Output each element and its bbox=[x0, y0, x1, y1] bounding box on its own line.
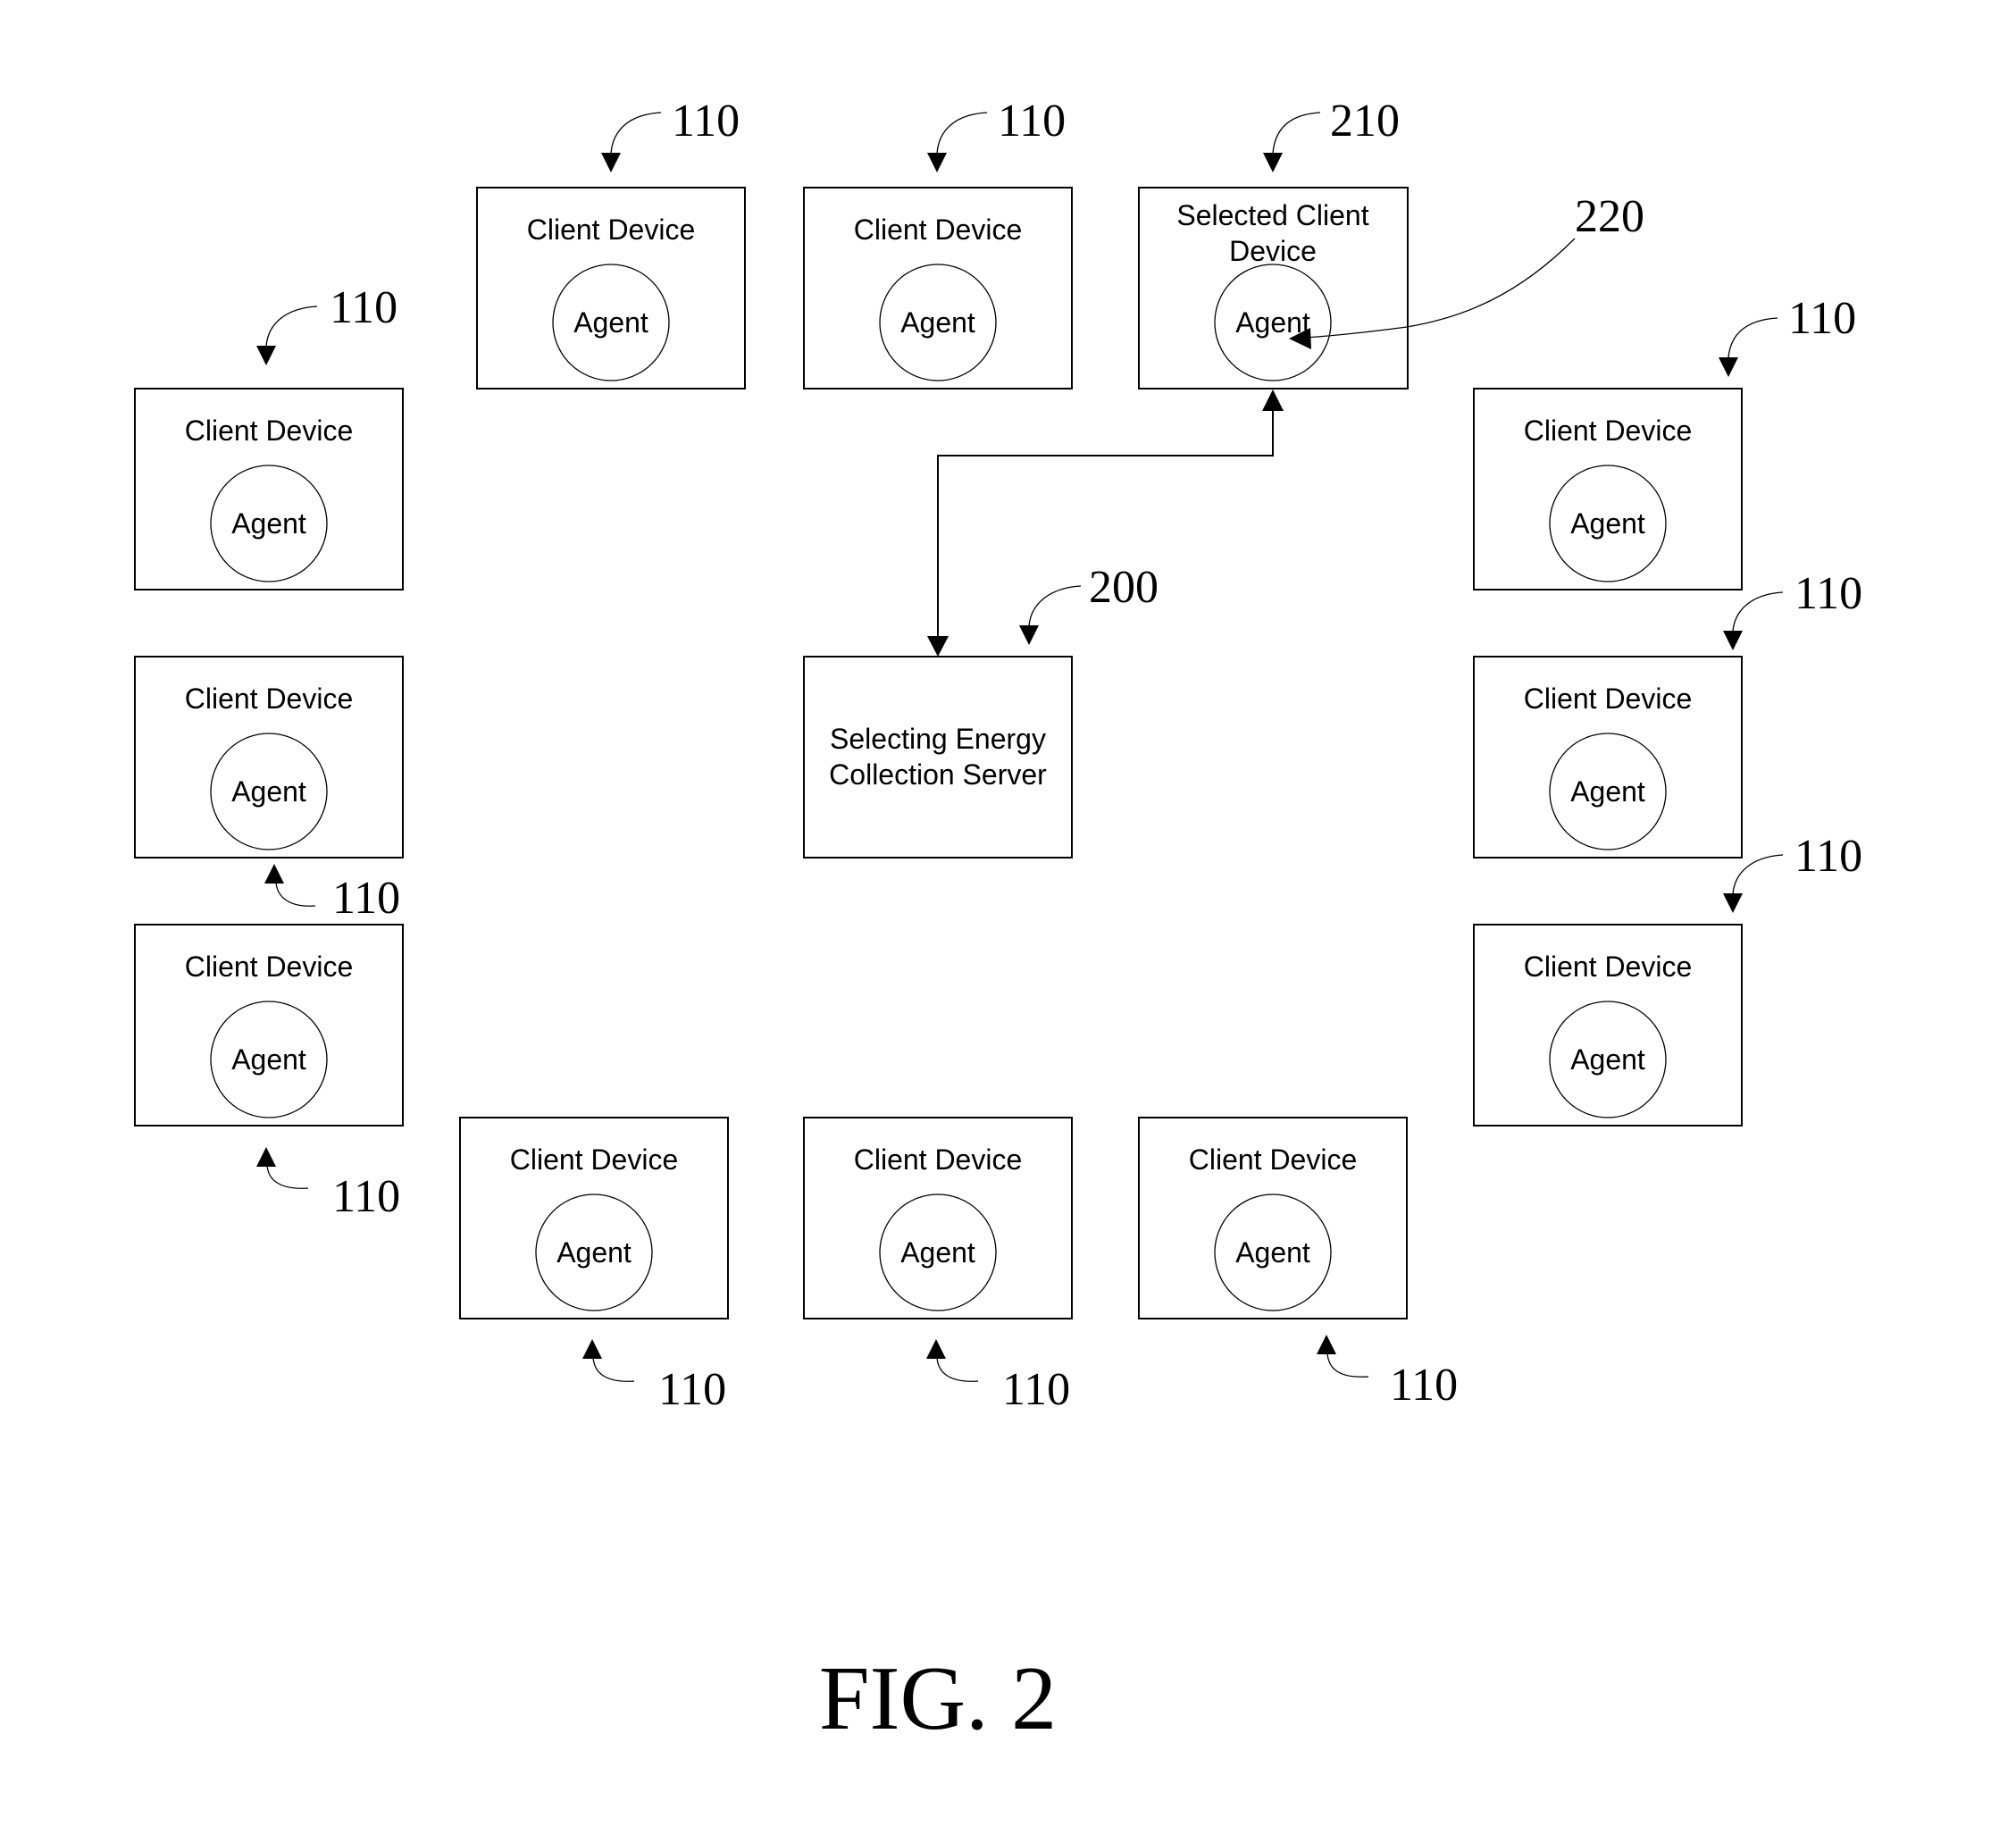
reference-callout: 110 bbox=[1723, 568, 1862, 650]
reference-numeral: 110 bbox=[1794, 831, 1862, 882]
reference-numeral: 110 bbox=[672, 96, 740, 147]
client-device-left-3: Client Device Agent bbox=[134, 924, 404, 1127]
agent-label: Agent bbox=[231, 775, 306, 808]
reference-numeral: 210 bbox=[1330, 96, 1400, 147]
agent-label: Agent bbox=[900, 306, 975, 339]
network-diagram: Client DeviceAgentClient DeviceAgentClie… bbox=[134, 96, 1862, 1749]
reference-callout: 110 bbox=[926, 1339, 1070, 1415]
reference-callout: 110 bbox=[256, 282, 397, 365]
reference-numeral: 110 bbox=[658, 1364, 726, 1415]
reference-numeral: 110 bbox=[1002, 1364, 1070, 1415]
arrow-down-icon bbox=[1719, 357, 1738, 377]
client-device-label: Client Device bbox=[527, 214, 696, 246]
client-device-bottom-1: Client Device Agent bbox=[459, 1117, 729, 1319]
selecting-energy-collection-server: Selecting Energy Collection Server bbox=[803, 656, 1073, 859]
figure-caption: FIG. 2 bbox=[819, 1648, 1057, 1749]
reference-callout: 110 bbox=[1317, 1335, 1458, 1411]
agent-reference-numeral: 220 bbox=[1575, 191, 1644, 242]
selected-client-device: Selected Client Device Agent bbox=[1138, 187, 1409, 389]
agent-label: Agent bbox=[231, 507, 306, 540]
agent-label: Agent bbox=[231, 1043, 306, 1076]
arrow-up-icon bbox=[582, 1339, 602, 1359]
client-device-label: Client Device bbox=[510, 1143, 679, 1176]
client-device-right-1: Client Device Agent bbox=[1473, 388, 1743, 591]
client-device-top-1: Client Device Agent bbox=[476, 187, 746, 389]
arrow-down-icon bbox=[601, 153, 621, 172]
reference-numeral: 200 bbox=[1089, 562, 1159, 613]
reference-callout: 110 bbox=[1719, 293, 1856, 377]
arrow-down-icon bbox=[1723, 631, 1743, 650]
reference-callout: 110 bbox=[582, 1339, 726, 1415]
server-box bbox=[803, 656, 1073, 859]
leader-line bbox=[936, 112, 988, 155]
client-device-label: Client Device bbox=[854, 1143, 1023, 1176]
selected-device-label-line-1: Selected Client bbox=[1176, 199, 1368, 231]
client-device-label: Client Device bbox=[185, 951, 354, 983]
client-device-label: Client Device bbox=[1524, 683, 1693, 715]
leader-line bbox=[1272, 112, 1321, 155]
arrow-up-icon bbox=[1262, 389, 1284, 411]
reference-callout: 110 bbox=[601, 96, 740, 172]
reference-numeral: 110 bbox=[1788, 293, 1856, 344]
agent-label: Agent bbox=[1235, 1236, 1310, 1269]
agent-label: Agent bbox=[573, 306, 648, 339]
client-device-left-1: Client Device Agent bbox=[134, 388, 404, 591]
server-label-line-1: Selecting Energy bbox=[830, 723, 1046, 755]
leader-line bbox=[592, 1356, 635, 1382]
leader-line bbox=[610, 112, 662, 155]
arrow-down-icon bbox=[1263, 153, 1283, 172]
leader-line bbox=[936, 1356, 979, 1382]
agent-label: Agent bbox=[1570, 775, 1645, 808]
reference-callout: 200 bbox=[1019, 562, 1159, 645]
arrow-up-icon bbox=[264, 864, 284, 884]
arrow-down-icon bbox=[256, 346, 276, 365]
leader-line bbox=[1727, 317, 1778, 359]
client-device-label: Client Device bbox=[1524, 951, 1693, 983]
client-device-label: Client Device bbox=[1189, 1143, 1358, 1176]
leader-line bbox=[1326, 1352, 1369, 1378]
server-label-line-2: Collection Server bbox=[829, 758, 1047, 791]
arrow-down-icon bbox=[1723, 893, 1743, 913]
arrow-down-icon bbox=[1019, 625, 1039, 645]
client-device-right-2: Client Device Agent bbox=[1473, 656, 1743, 859]
reference-numeral: 110 bbox=[332, 873, 400, 924]
server-selected-connector bbox=[927, 389, 1284, 657]
client-device-top-2: Client Device Agent bbox=[803, 187, 1073, 389]
reference-numeral: 110 bbox=[332, 1171, 400, 1222]
leader-line bbox=[266, 1164, 309, 1189]
reference-callout: 110 bbox=[256, 1147, 400, 1222]
reference-callout: 110 bbox=[1723, 831, 1862, 913]
arrow-up-icon bbox=[256, 1147, 276, 1167]
reference-numeral: 110 bbox=[330, 282, 397, 333]
leader-line bbox=[265, 306, 318, 348]
agent-label: Agent bbox=[556, 1236, 632, 1269]
leader-line bbox=[1028, 585, 1082, 627]
client-device-label: Client Device bbox=[185, 415, 354, 447]
client-device-label: Client Device bbox=[185, 683, 354, 715]
client-device-right-3: Client Device Agent bbox=[1473, 924, 1743, 1127]
reference-numeral: 110 bbox=[1794, 568, 1862, 619]
leader-line bbox=[1732, 854, 1784, 895]
reference-callout: 110 bbox=[927, 96, 1066, 172]
client-device-bottom-3: Client Device Agent bbox=[1138, 1117, 1408, 1319]
arrow-down-icon bbox=[927, 153, 947, 172]
agent-label: Agent bbox=[1570, 507, 1645, 540]
reference-numeral: 110 bbox=[1390, 1360, 1458, 1411]
arrow-down-icon bbox=[927, 636, 949, 657]
arrow-up-icon bbox=[926, 1339, 946, 1359]
leader-line bbox=[275, 881, 316, 907]
client-device-bottom-2: Client Device Agent bbox=[803, 1117, 1073, 1319]
agent-label: Agent bbox=[1570, 1043, 1645, 1076]
reference-callout: 210 bbox=[1263, 96, 1400, 172]
selected-device-label-line-2: Device bbox=[1229, 235, 1317, 267]
reference-numeral: 110 bbox=[998, 96, 1066, 147]
agent-label: Agent bbox=[900, 1236, 975, 1269]
arrow-up-icon bbox=[1317, 1335, 1336, 1354]
client-device-label: Client Device bbox=[1524, 415, 1693, 447]
reference-callout: 110 bbox=[264, 864, 400, 924]
leader-line bbox=[1732, 591, 1784, 632]
client-device-label: Client Device bbox=[854, 214, 1023, 246]
client-device-left-2: Client Device Agent bbox=[134, 656, 404, 859]
